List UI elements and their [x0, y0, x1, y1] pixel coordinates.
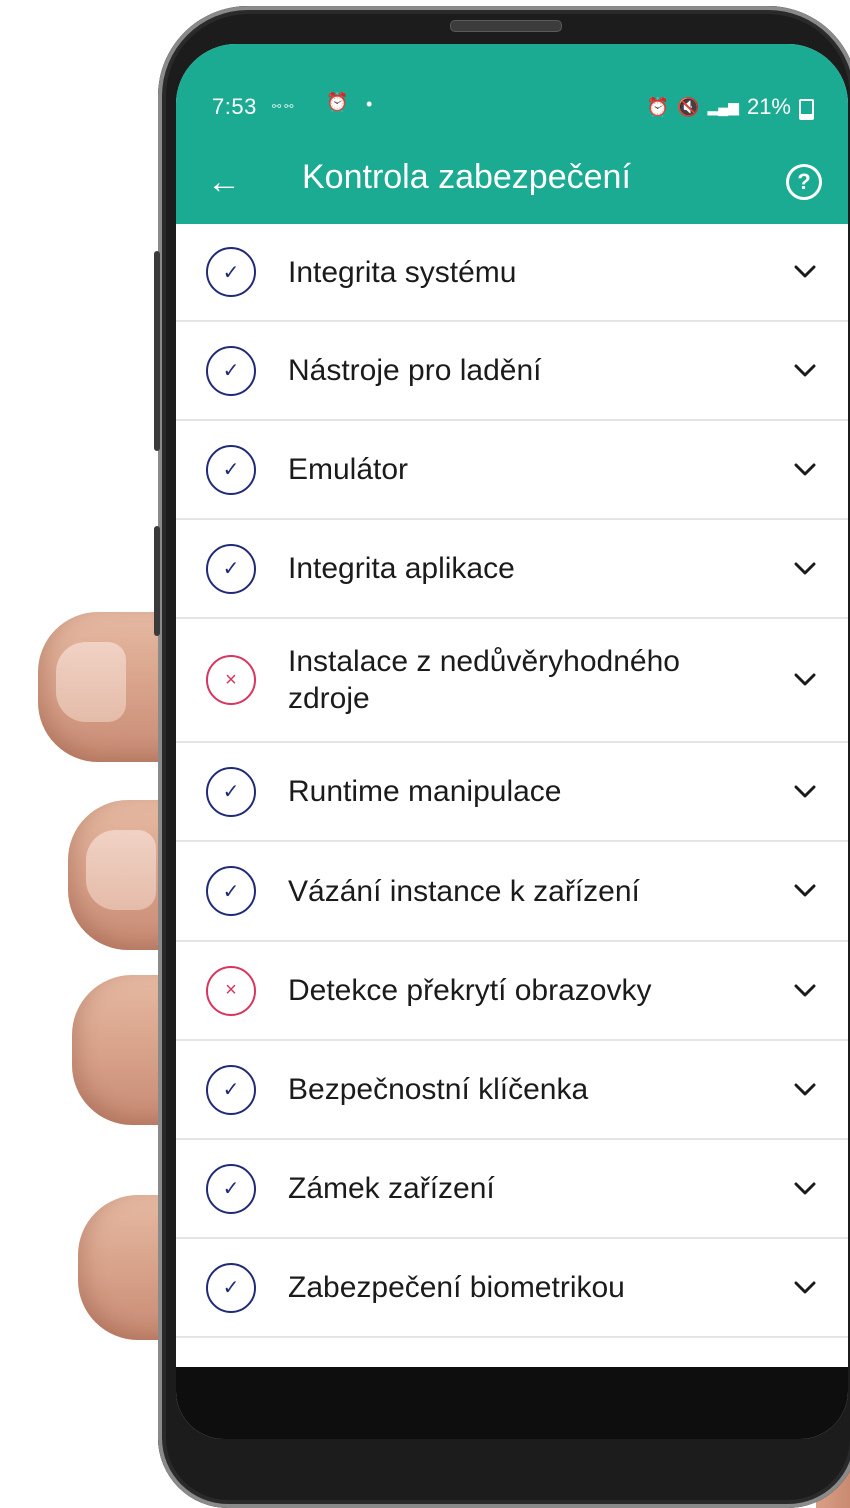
chevron-down-icon[interactable] — [792, 358, 818, 384]
security-check-list: ✓ Integrita systému ✓ Nástroje pro ladění ✓ E… — [176, 224, 848, 1338]
side-button — [154, 251, 160, 451]
chevron-down-icon[interactable] — [792, 779, 818, 805]
dot-icon: • — [366, 94, 373, 114]
security-check-row[interactable]: × Instalace z nedůvěryhodného zdroje — [176, 619, 848, 743]
security-check-row[interactable]: ✓ Vázání instance k zařízení — [176, 842, 848, 942]
toolbar: ← Kontrola zabezpečení ? — [176, 150, 848, 210]
check-circle-icon: ✓ — [206, 1262, 256, 1313]
security-check-row[interactable]: ✓ Zámek zařízení — [176, 1140, 848, 1239]
check-circle-icon: ✓ — [206, 766, 256, 817]
screen: 7:53 ⚯ ⚯ ⏰ • ⏰ 🔇 ▂▄▆ 21% ← Kontrola zabe… — [176, 44, 848, 1439]
help-icon: ? — [786, 164, 822, 200]
security-check-label: Vázání instance k zařízení — [288, 874, 640, 908]
earpiece-speaker — [450, 20, 562, 32]
phone-frame: 7:53 ⚯ ⚯ ⏰ • ⏰ 🔇 ▂▄▆ 21% ← Kontrola zabe… — [154, 6, 850, 1508]
check-circle-icon: ✓ — [206, 543, 256, 594]
notification-icons: ⚯ ⚯ — [272, 101, 294, 113]
security-check-label: Instalace z nedůvěryhodného zdroje — [288, 645, 680, 715]
scene: 7:53 ⚯ ⚯ ⏰ • ⏰ 🔇 ▂▄▆ 21% ← Kontrola zabe… — [0, 0, 850, 1508]
security-check-row[interactable]: ✓ Bezpečnostní klíčenka — [176, 1041, 848, 1140]
alarm-icon: ⏰ — [646, 96, 670, 117]
security-check-label: Detekce překrytí obrazovky — [288, 974, 652, 1007]
check-circle-icon: ✓ — [206, 247, 256, 297]
security-check-label: Bezpečnostní klíčenka — [288, 1073, 589, 1106]
chevron-down-icon[interactable] — [792, 978, 818, 1004]
chevron-down-icon[interactable] — [792, 457, 818, 483]
app-bar: 7:53 ⚯ ⚯ ⏰ • ⏰ 🔇 ▂▄▆ 21% ← Kontrola zabe… — [176, 44, 848, 224]
chevron-down-icon[interactable] — [792, 1176, 818, 1202]
security-check-label: Runtime manipulace — [288, 775, 562, 808]
security-check-row[interactable]: ✓ Zabezpečení biometrikou — [176, 1239, 848, 1338]
status-right: ⏰ 🔇 ▂▄▆ 21% — [647, 94, 814, 120]
check-circle-icon: ✓ — [206, 345, 256, 396]
x-circle-icon: × — [206, 655, 256, 705]
security-check-row[interactable]: ✓ Integrita systému — [176, 224, 848, 322]
security-check-row[interactable]: ✓ Integrita aplikace — [176, 520, 848, 619]
side-button — [154, 526, 160, 636]
security-check-label: Emulátor — [288, 453, 409, 486]
chevron-down-icon[interactable] — [792, 556, 818, 582]
alarm-icon: ⏰ — [326, 92, 349, 112]
chevron-down-icon[interactable] — [792, 1077, 818, 1103]
mute-icon: 🔇 — [677, 96, 700, 117]
security-check-label: Zabezpečení biometrikou — [288, 1271, 625, 1304]
security-check-label: Zámek zařízení — [288, 1172, 495, 1205]
battery-percent: 21% — [746, 94, 791, 119]
signal-icon: ▂▄▆ — [707, 98, 739, 115]
chevron-down-icon[interactable] — [792, 1275, 818, 1301]
battery-icon — [799, 98, 814, 120]
help-button[interactable]: ? — [780, 158, 828, 206]
check-circle-icon: ✓ — [206, 866, 256, 916]
check-circle-icon: ✓ — [206, 1064, 256, 1115]
security-check-row[interactable]: ✓ Emulátor — [176, 421, 848, 520]
chevron-down-icon[interactable] — [792, 667, 818, 693]
check-circle-icon: ✓ — [206, 1163, 256, 1214]
arrow-left-icon: ← — [207, 162, 241, 201]
page-title: Kontrola zabezpečení — [302, 158, 631, 196]
check-circle-icon: ✓ — [206, 444, 256, 495]
chevron-down-icon[interactable] — [792, 259, 818, 285]
security-check-label: Integrita systému — [288, 255, 517, 289]
status-time: 7:53 — [212, 94, 257, 119]
status-bar: 7:53 ⚯ ⚯ ⏰ • ⏰ 🔇 ▂▄▆ 21% — [176, 90, 848, 126]
navigation-bar — [176, 1367, 848, 1439]
back-button[interactable]: ← — [198, 156, 250, 208]
chevron-down-icon[interactable] — [792, 878, 818, 904]
security-check-row[interactable]: ✓ Nástroje pro ladění — [176, 322, 848, 421]
security-check-label: Nástroje pro ladění — [288, 354, 542, 387]
security-check-row[interactable]: × Detekce překrytí obrazovky — [176, 942, 848, 1041]
security-check-label: Integrita aplikace — [288, 552, 515, 585]
x-circle-icon: × — [206, 965, 256, 1016]
security-check-row[interactable]: ✓ Runtime manipulace — [176, 743, 848, 842]
